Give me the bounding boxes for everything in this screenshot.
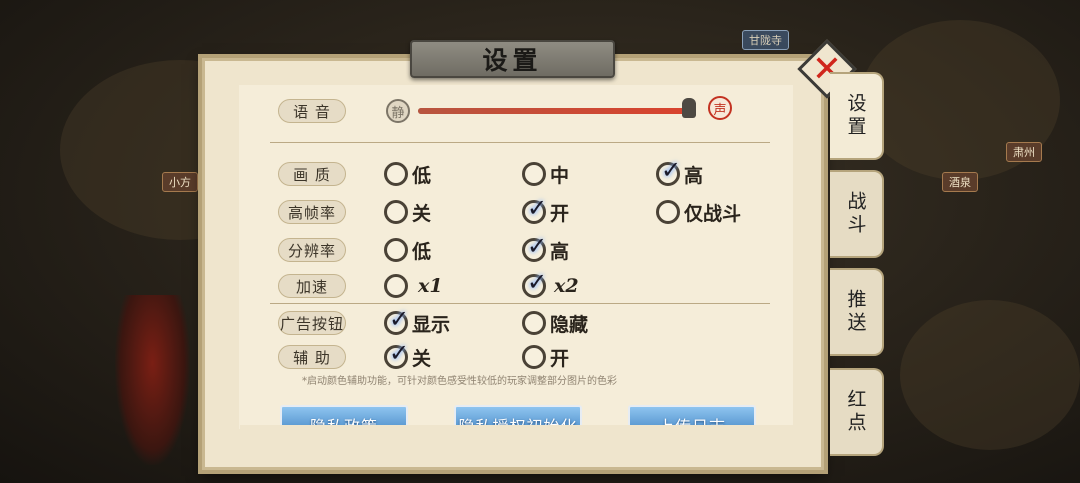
map-label-jiuquan[interactable]: 酒泉: [942, 172, 978, 192]
radio-icon: [522, 345, 546, 369]
framerate-label: 高帧率: [278, 200, 346, 224]
quality-option-mid[interactable]: 中: [522, 161, 569, 187]
divider: [270, 142, 770, 143]
resolution-label: 分辨率: [278, 238, 346, 262]
tab-push-label: 推送: [844, 289, 867, 335]
radio-checked-icon: ✓: [384, 305, 409, 335]
speed-label: 加速: [278, 274, 346, 298]
quality-option-low[interactable]: 低: [384, 161, 431, 187]
tab-push[interactable]: 推送: [830, 268, 884, 356]
tab-settings[interactable]: 设置: [830, 72, 884, 160]
framerate-option-battle-only[interactable]: 仅战斗: [656, 199, 741, 225]
tab-red-dot[interactable]: 红点: [830, 368, 884, 456]
volume-label: 语 音: [278, 99, 346, 123]
radio-icon: [384, 162, 408, 186]
scroll-mask: [240, 425, 800, 465]
volume-slider-fill: [418, 108, 683, 114]
ad-button-label: 广告按钮: [278, 311, 346, 335]
page-title: 设置: [482, 46, 543, 75]
tab-battle[interactable]: 战斗: [830, 170, 884, 258]
divider: [270, 303, 770, 304]
quality-label: 画 质: [278, 162, 346, 186]
title-plaque: 设置: [410, 40, 615, 78]
radio-checked-icon: ✓: [656, 156, 681, 186]
speed-option-x1[interactable]: x1: [384, 273, 443, 299]
quality-option-high[interactable]: ✓ 高: [656, 156, 703, 187]
volume-slider[interactable]: [418, 108, 688, 114]
radio-checked-icon: ✓: [384, 339, 409, 369]
ad-button-option-hide[interactable]: 隐藏: [522, 310, 588, 336]
speed-option-x2[interactable]: ✓ x2: [522, 268, 579, 299]
radio-icon: [384, 200, 408, 224]
mute-icon[interactable]: 静: [386, 99, 410, 123]
radio-icon: [656, 200, 680, 224]
assist-option-on[interactable]: 开: [522, 344, 569, 370]
framerate-option-on[interactable]: ✓ 开: [522, 194, 569, 225]
volume-slider-handle[interactable]: [682, 98, 696, 118]
radio-icon: [384, 274, 408, 298]
tab-battle-label: 战斗: [844, 191, 867, 237]
radio-checked-icon: ✓: [522, 194, 547, 224]
assist-label: 辅 助: [278, 345, 346, 369]
assist-option-off[interactable]: ✓ 关: [384, 339, 431, 370]
sound-icon[interactable]: 声: [708, 96, 732, 120]
map-label-suzhou[interactable]: 肃州: [1006, 142, 1042, 162]
map-label-ganlong[interactable]: 甘陇寺: [742, 30, 789, 50]
radio-icon: [522, 162, 546, 186]
radio-checked-icon: ✓: [522, 232, 547, 262]
radio-icon: [522, 311, 546, 335]
tab-red-dot-label: 红点: [844, 389, 867, 435]
framerate-option-off[interactable]: 关: [384, 199, 431, 225]
ad-button-option-show[interactable]: ✓ 显示: [384, 305, 450, 336]
tab-settings-label: 设置: [844, 93, 867, 139]
map-label-xiaofang[interactable]: 小方: [162, 172, 198, 192]
resolution-option-high[interactable]: ✓ 高: [522, 232, 569, 263]
radio-checked-icon: ✓: [522, 268, 547, 298]
radio-icon: [384, 238, 408, 262]
resolution-option-low[interactable]: 低: [384, 237, 431, 263]
character-figure: [115, 295, 190, 465]
assist-note: *启动颜色辅助功能，可针对颜色感受性较低的玩家调整部分图片的色彩: [302, 376, 617, 387]
